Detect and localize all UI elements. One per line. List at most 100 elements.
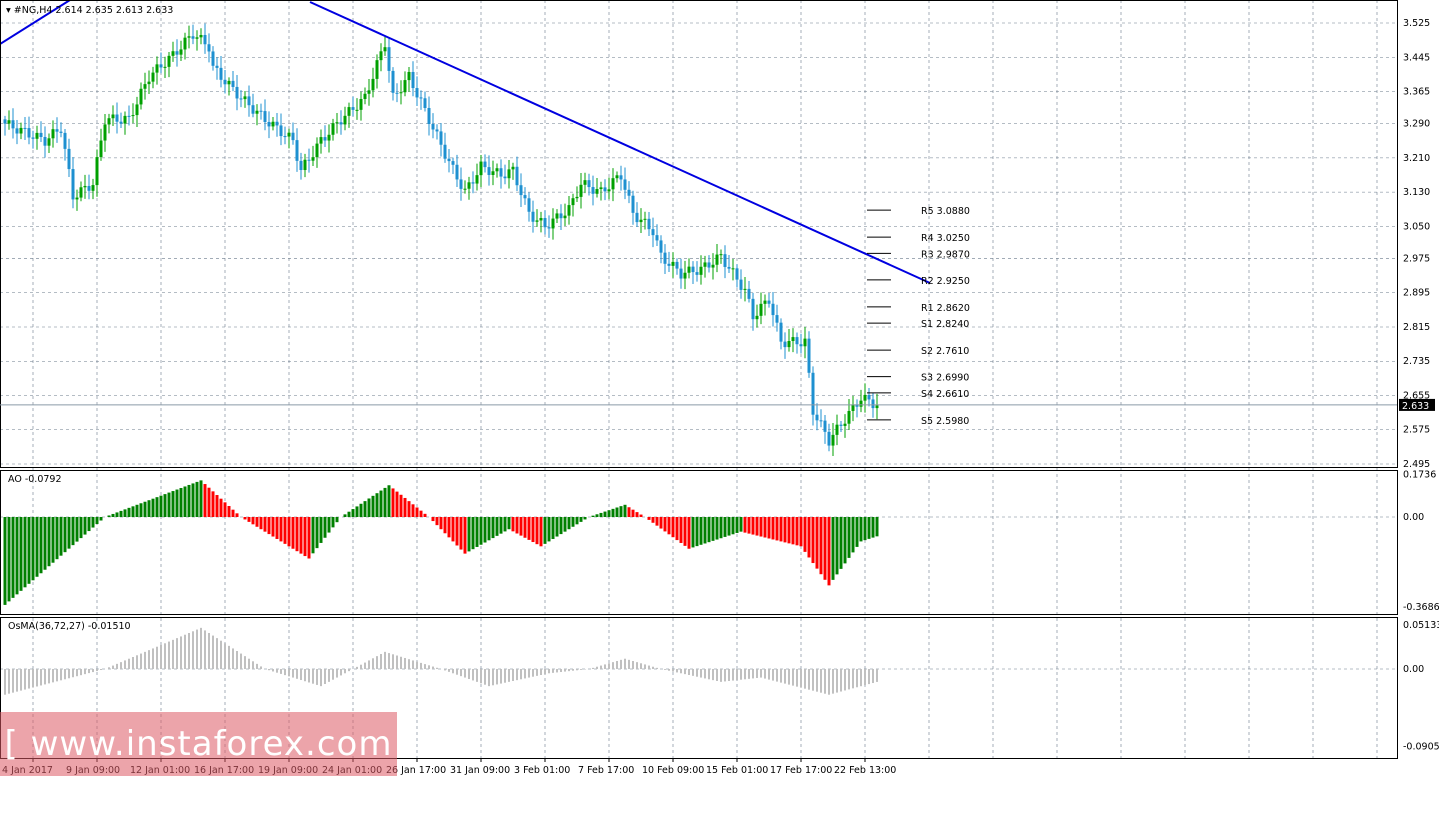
ao-bar xyxy=(804,517,807,552)
ao-bar xyxy=(324,517,327,538)
ao-bar xyxy=(860,517,863,541)
candle xyxy=(160,64,163,67)
osma-bar xyxy=(500,669,502,684)
candle xyxy=(808,339,811,373)
ao-bar xyxy=(656,517,659,526)
ao-bar xyxy=(476,517,479,547)
candle xyxy=(396,93,399,94)
candle xyxy=(516,167,519,185)
trendline-down[interactable] xyxy=(310,2,930,283)
candle xyxy=(104,124,107,140)
ao-bar xyxy=(576,517,579,524)
ao-bar xyxy=(60,517,63,556)
candle xyxy=(84,186,87,187)
time-tick-label: 22 Feb 13:00 xyxy=(834,765,896,776)
ao-bar xyxy=(448,517,451,537)
ao-bar xyxy=(472,517,475,549)
candle xyxy=(428,108,431,124)
ao-bar xyxy=(740,517,743,532)
ao-bar xyxy=(152,499,155,517)
candle xyxy=(752,299,755,319)
osma-bar xyxy=(864,669,866,685)
osma-bar xyxy=(828,669,830,695)
ao-bar xyxy=(720,517,723,538)
osma-bar xyxy=(16,669,18,692)
ao-bar xyxy=(276,517,279,539)
osma-bar xyxy=(852,669,854,688)
candle xyxy=(588,180,591,187)
candle xyxy=(328,135,331,141)
osma-bar xyxy=(640,663,642,669)
ao-bar xyxy=(128,508,131,517)
ao-bar xyxy=(364,501,367,517)
ao-bar xyxy=(8,517,11,601)
ao-bar xyxy=(72,517,75,545)
candle xyxy=(712,265,715,268)
ao-bar xyxy=(872,517,875,538)
candle xyxy=(64,133,67,149)
osma-bar xyxy=(88,669,90,673)
ao-bar xyxy=(524,517,527,538)
ao-bar xyxy=(728,517,731,536)
candle xyxy=(796,337,799,344)
ao-bar xyxy=(840,517,843,569)
osma-bar xyxy=(684,669,686,674)
ao-bar xyxy=(848,517,851,558)
pivot-label: R2 2.9250 xyxy=(921,276,970,287)
ao-bar xyxy=(508,517,511,529)
candle xyxy=(336,122,339,123)
ao-bar xyxy=(44,517,47,570)
candle xyxy=(864,395,867,401)
osma-bar xyxy=(540,669,542,675)
ao-bar xyxy=(536,517,539,544)
candle xyxy=(460,179,463,188)
candle xyxy=(308,160,311,161)
osma-bar xyxy=(108,667,110,669)
osma-bar xyxy=(80,669,82,675)
candle xyxy=(780,323,783,342)
ao-bar xyxy=(212,491,215,517)
ao-bar xyxy=(140,503,143,517)
candle xyxy=(20,128,23,134)
candle xyxy=(276,122,279,126)
osma-bar xyxy=(696,669,698,677)
pivot-label: S5 2.5980 xyxy=(921,416,969,427)
candle xyxy=(196,37,199,38)
time-tick-label: 17 Feb 17:00 xyxy=(770,765,832,776)
ao-bar xyxy=(24,517,27,587)
ao-bar xyxy=(320,517,323,543)
price-chart[interactable]: R5 3.0880R4 3.0250R3 2.9870R2 2.9250R1 2… xyxy=(0,0,1439,781)
ao-bar xyxy=(544,517,547,544)
ao-bar xyxy=(204,484,207,517)
ao-bar xyxy=(796,517,799,545)
ao-histogram xyxy=(4,480,879,605)
ao-bar xyxy=(488,517,491,540)
osma-bar xyxy=(360,665,362,669)
candle xyxy=(824,421,827,432)
osma-bar xyxy=(720,669,722,682)
candle xyxy=(268,122,271,126)
candle xyxy=(80,187,83,197)
candle xyxy=(36,133,39,139)
ao-bar xyxy=(432,517,435,521)
ao-bar xyxy=(280,517,283,541)
osma-bar xyxy=(740,669,742,680)
osma-bar xyxy=(548,669,550,673)
candle xyxy=(144,84,147,89)
ao-bar xyxy=(192,483,195,517)
osma-bar xyxy=(164,643,166,669)
ao-bar xyxy=(316,517,319,548)
candle xyxy=(180,49,183,54)
ao-bar xyxy=(40,517,43,573)
osma-bar xyxy=(428,665,430,669)
candle xyxy=(232,81,235,87)
osma-bar xyxy=(308,669,310,682)
candle xyxy=(420,97,423,98)
candle xyxy=(40,133,43,137)
candle xyxy=(348,107,351,116)
osma-bar xyxy=(196,630,198,669)
candle xyxy=(584,180,587,185)
candle xyxy=(772,304,775,315)
candle xyxy=(812,373,815,415)
osma-bar xyxy=(424,664,426,669)
